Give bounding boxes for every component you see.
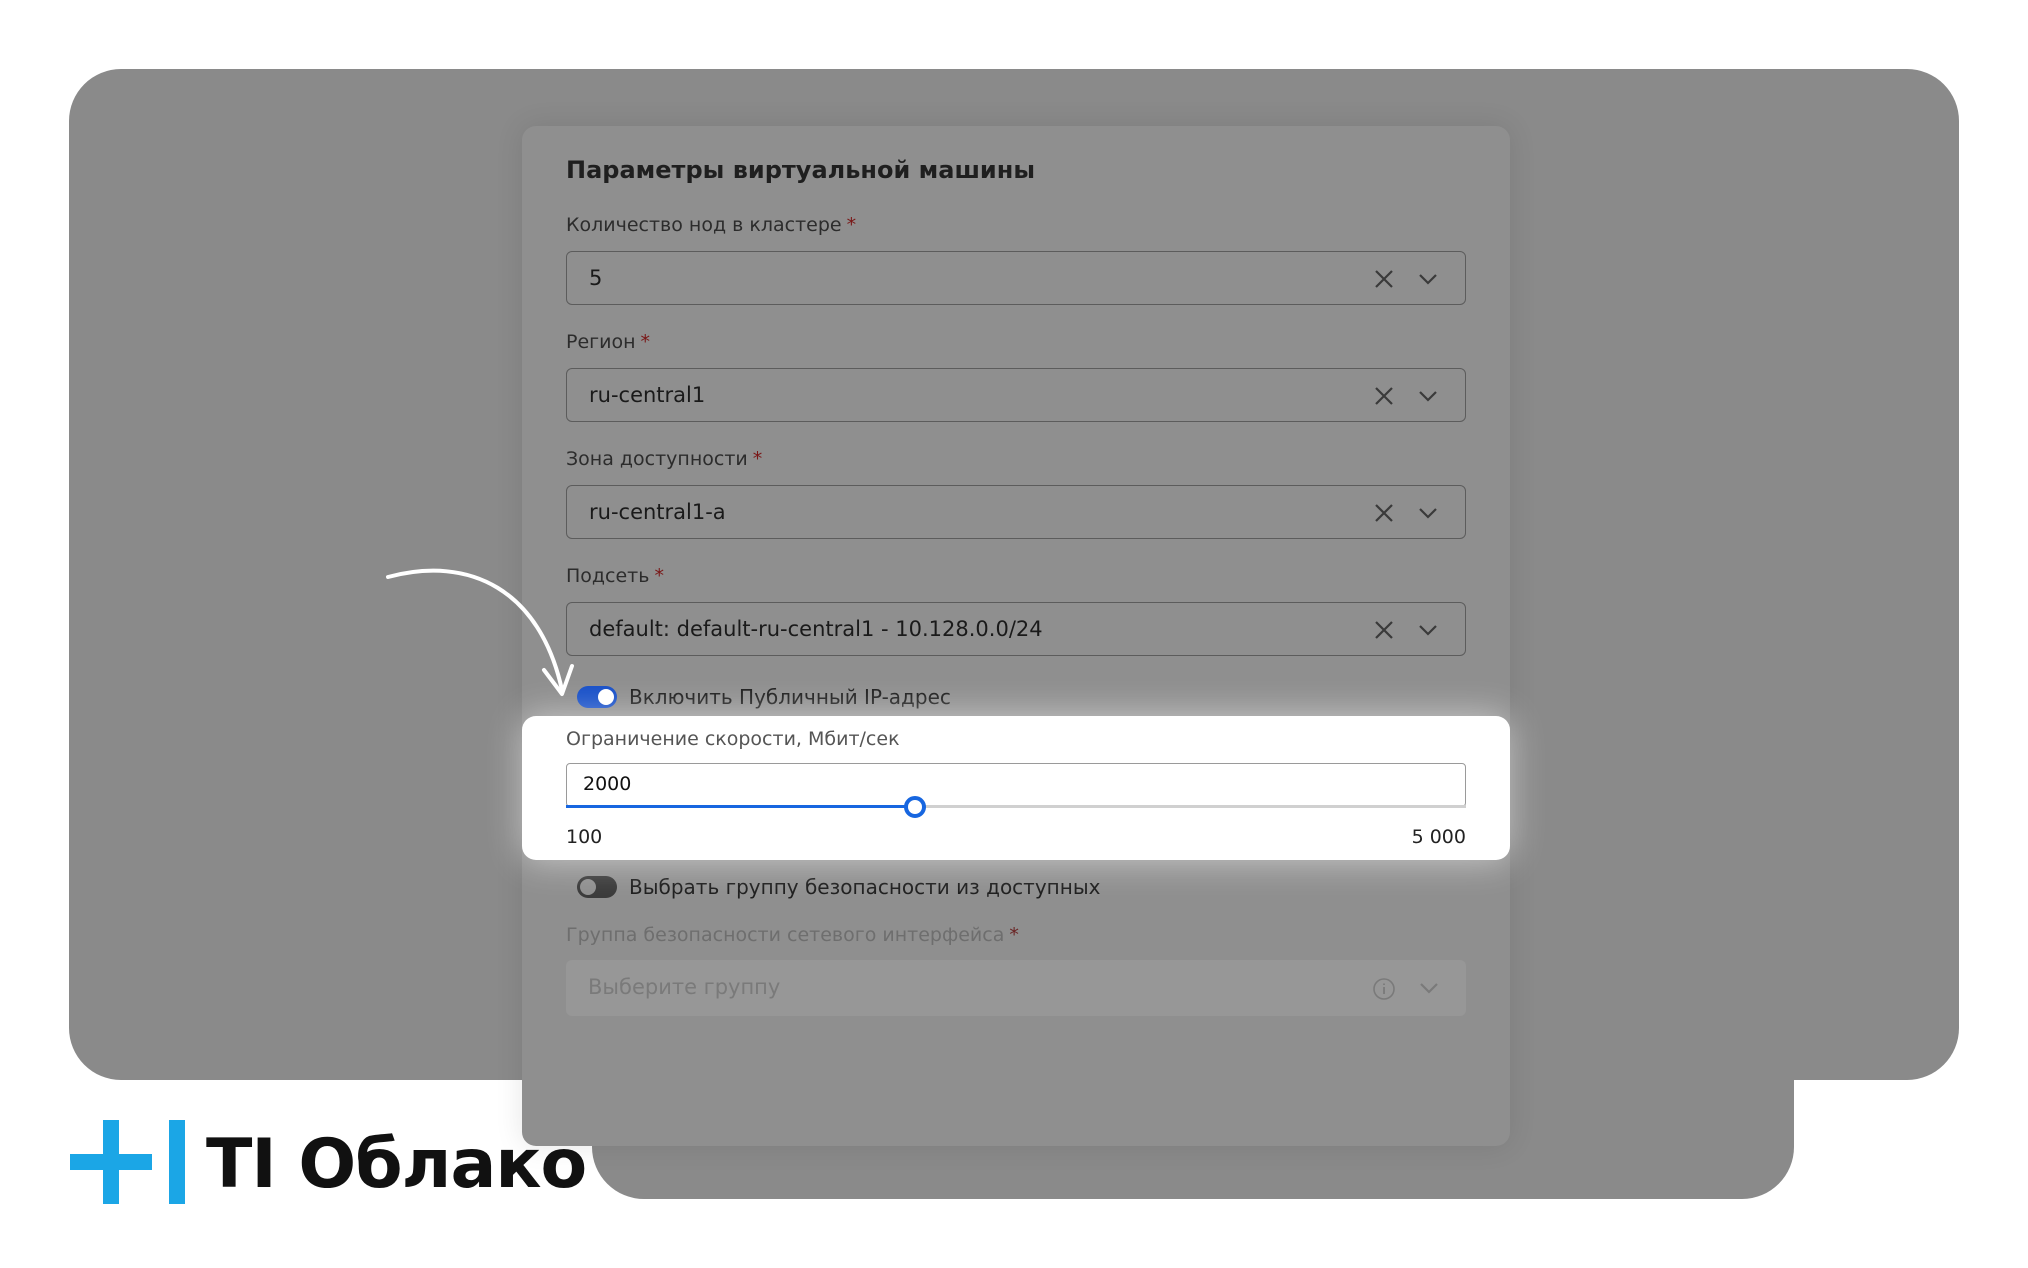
panel-title: Параметры виртуальной машины bbox=[566, 156, 1036, 184]
nodes-select[interactable]: 5 bbox=[566, 251, 1466, 305]
subnet-select[interactable]: default: default-ru-central1 - 10.128.0.… bbox=[566, 602, 1466, 656]
field-label-region: Регион * bbox=[566, 331, 651, 353]
security-group-select: Выберите группу bbox=[566, 960, 1466, 1016]
chevron-down-icon[interactable] bbox=[1417, 268, 1439, 290]
region-select[interactable]: ru-central1 bbox=[566, 368, 1466, 422]
speed-limit-slider[interactable] bbox=[566, 796, 1466, 818]
public-ip-toggle[interactable] bbox=[577, 686, 617, 708]
clear-icon[interactable] bbox=[1373, 268, 1395, 290]
right-corner-card bbox=[1794, 1080, 2028, 1268]
slider-fill bbox=[566, 805, 915, 808]
brand-mark-icon bbox=[70, 1120, 185, 1204]
vm-params-panel: Параметры виртуальной машины Количество … bbox=[522, 126, 1510, 1146]
info-icon bbox=[1373, 978, 1395, 1000]
field-label-security-group: Группа безопасности сетевого интерфейса * bbox=[566, 924, 1019, 946]
chevron-down-icon bbox=[1420, 983, 1438, 994]
clear-icon[interactable] bbox=[1373, 385, 1395, 407]
clear-icon[interactable] bbox=[1373, 619, 1395, 641]
slider-min-label: 100 bbox=[566, 826, 603, 848]
pointer-arrow-icon bbox=[386, 568, 574, 696]
chevron-down-icon[interactable] bbox=[1417, 385, 1439, 407]
brand-name: TI Облако bbox=[206, 1125, 587, 1204]
toggle-knob bbox=[598, 689, 614, 705]
speed-limit-value: 2000 bbox=[583, 773, 632, 795]
select-value: default: default-ru-central1 - 10.128.0.… bbox=[589, 617, 1043, 641]
clear-icon[interactable] bbox=[1373, 502, 1395, 524]
chevron-down-icon[interactable] bbox=[1417, 619, 1439, 641]
public-ip-toggle-label: Включить Публичный IP-адрес bbox=[629, 685, 951, 709]
security-group-toggle[interactable] bbox=[577, 876, 617, 898]
select-placeholder: Выберите группу bbox=[588, 975, 781, 999]
zone-select[interactable]: ru-central1-a bbox=[566, 485, 1466, 539]
security-group-toggle-label: Выбрать группу безопасности из доступных bbox=[629, 875, 1101, 899]
toggle-knob bbox=[580, 879, 596, 895]
speed-limit-label: Ограничение скорости, Мбит/сек bbox=[566, 728, 900, 750]
brand-logo: TI Облако bbox=[70, 1120, 587, 1208]
select-value: ru-central1-a bbox=[589, 500, 726, 524]
chevron-down-icon[interactable] bbox=[1417, 502, 1439, 524]
slider-max-label: 5 000 bbox=[1411, 826, 1466, 848]
speed-limit-card: Ограничение скорости, Мбит/сек 2000 100 … bbox=[522, 716, 1510, 860]
field-label-zone: Зона доступности * bbox=[566, 448, 763, 470]
slider-thumb[interactable] bbox=[904, 796, 926, 818]
field-label-nodes: Количество нод в кластере * bbox=[566, 214, 857, 236]
select-value: ru-central1 bbox=[589, 383, 706, 407]
select-value: 5 bbox=[589, 266, 603, 290]
field-label-subnet: Подсеть * bbox=[566, 565, 664, 587]
speed-limit-input[interactable]: 2000 bbox=[566, 763, 1466, 807]
